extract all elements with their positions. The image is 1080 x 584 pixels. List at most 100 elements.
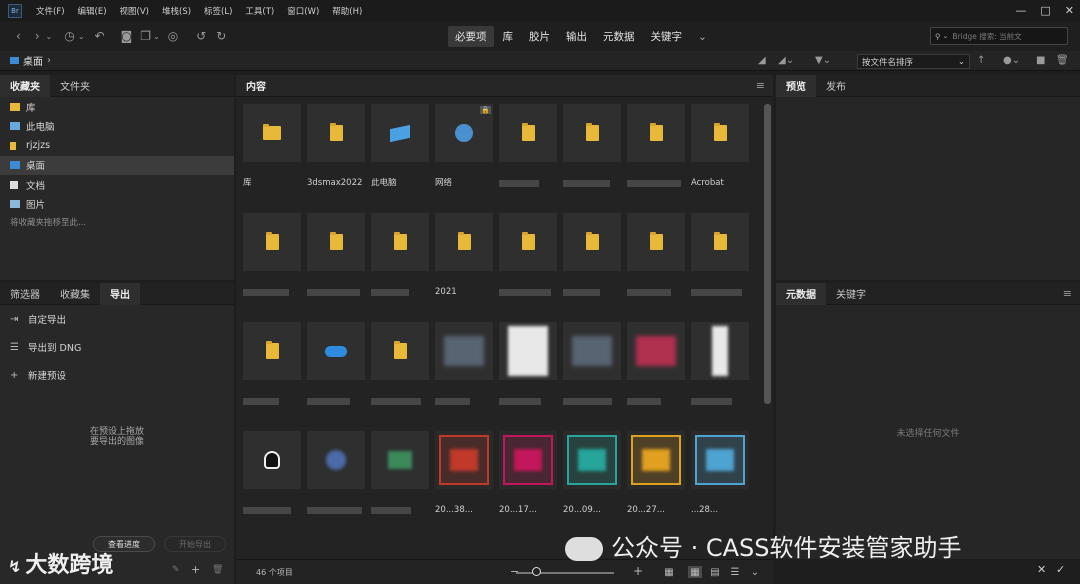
workspace-output[interactable]: 输出	[559, 26, 594, 47]
item-thumbnail[interactable]	[563, 104, 621, 162]
content-item[interactable]	[243, 213, 301, 299]
workspace-filmstrip[interactable]: 胶片	[522, 26, 557, 47]
content-item[interactable]	[499, 213, 557, 299]
sort-ascending-icon[interactable]: ↑	[977, 55, 985, 66]
item-thumbnail[interactable]	[691, 213, 749, 271]
rating-filter-icon[interactable]: ◢⌄	[778, 55, 794, 66]
item-thumbnail[interactable]	[627, 322, 685, 380]
content-item[interactable]	[499, 104, 557, 190]
plus-icon[interactable]: +	[191, 563, 200, 576]
tab-collections[interactable]: 收藏集	[50, 283, 100, 305]
export-custom[interactable]: ⇥ 自定导出	[0, 305, 234, 333]
item-thumbnail[interactable]	[371, 104, 429, 162]
item-thumbnail[interactable]	[627, 104, 685, 162]
content-item[interactable]	[371, 431, 429, 517]
content-item[interactable]	[627, 213, 685, 299]
recent-icon[interactable]: ◷	[64, 29, 74, 43]
menu-tools[interactable]: 工具(T)	[245, 5, 274, 17]
breadcrumb-separator[interactable]: ›	[47, 55, 51, 66]
content-item[interactable]: Acrobat	[691, 104, 749, 188]
workspace-keywords[interactable]: 关键字	[644, 26, 690, 47]
return-icon[interactable]: ↶	[95, 29, 105, 43]
item-thumbnail[interactable]: 🔒	[435, 104, 493, 162]
content-item[interactable]	[307, 213, 365, 299]
content-item[interactable]	[563, 213, 621, 299]
quality-icon[interactable]: ◢	[758, 55, 766, 66]
new-folder-icon[interactable]: ■	[1036, 55, 1045, 66]
camera-import-icon[interactable]: ◙	[121, 29, 133, 43]
item-thumbnail[interactable]	[563, 213, 621, 271]
menu-window[interactable]: 窗口(W)	[287, 5, 319, 17]
item-thumbnail[interactable]	[371, 213, 429, 271]
rotate-right-icon[interactable]: ↻	[216, 29, 226, 43]
content-item[interactable]	[627, 322, 685, 408]
item-thumbnail[interactable]	[691, 431, 749, 489]
content-item[interactable]	[243, 322, 301, 408]
new-preset-button[interactable]: + 新建预设	[0, 361, 234, 389]
apply-icon[interactable]: ✓	[1056, 563, 1065, 576]
item-thumbnail[interactable]	[243, 322, 301, 380]
pencil-icon[interactable]: ✎	[172, 565, 180, 575]
item-thumbnail[interactable]	[371, 431, 429, 489]
content-item[interactable]: 3dsmax2022	[307, 104, 365, 188]
workspace-libraries[interactable]: 库	[496, 26, 521, 47]
export-to-dng[interactable]: ☰ 导出到 DNG	[0, 333, 234, 361]
item-thumbnail[interactable]	[499, 322, 557, 380]
menu-help[interactable]: 帮助(H)	[332, 5, 362, 17]
search-box[interactable]: ⚲ ⌄ Bridge 搜索: 当前文	[930, 27, 1068, 45]
item-thumbnail[interactable]	[691, 322, 749, 380]
tab-metadata[interactable]: 元数据	[776, 282, 826, 305]
filter-icon[interactable]: ▼⌄	[815, 55, 831, 66]
content-item[interactable]	[563, 322, 621, 408]
breadcrumb-desktop[interactable]: 桌面	[23, 53, 43, 68]
favorite-desktop[interactable]: 桌面	[0, 155, 234, 175]
tab-favorites[interactable]: 收藏夹	[0, 74, 50, 97]
content-item[interactable]	[371, 322, 429, 408]
workspace-essentials[interactable]: 必要项	[448, 26, 494, 47]
item-thumbnail[interactable]	[307, 104, 365, 162]
search-input[interactable]: Bridge 搜索: 当前文	[952, 31, 1021, 42]
thumbnail-view-icon[interactable]: ▦	[688, 566, 702, 578]
content-item[interactable]: 库	[243, 104, 301, 188]
content-item[interactable]: 2021	[435, 213, 493, 297]
tab-preview[interactable]: 预览	[776, 74, 816, 97]
item-thumbnail[interactable]	[563, 322, 621, 380]
item-thumbnail[interactable]	[307, 322, 365, 380]
panel-menu-icon[interactable]: ≡	[756, 79, 765, 92]
item-thumbnail[interactable]	[307, 431, 365, 489]
tab-content[interactable]: 内容	[236, 75, 276, 97]
zoom-in-icon[interactable]: +	[633, 564, 643, 578]
content-item[interactable]	[499, 322, 557, 408]
trash-icon[interactable]: 🗑	[1056, 55, 1069, 66]
tab-keywords[interactable]: 关键字	[826, 283, 876, 305]
rotate-left-icon[interactable]: ↺	[196, 29, 206, 43]
refine-icon[interactable]: ❐	[140, 29, 151, 43]
content-item[interactable]	[627, 104, 685, 190]
panel-menu-icon[interactable]: ≡	[1063, 287, 1072, 300]
open-in-camera-raw-icon[interactable]: ◎	[168, 29, 178, 43]
item-thumbnail[interactable]	[435, 431, 493, 489]
content-item[interactable]: 🔒 网络	[435, 104, 493, 188]
list-view-icon[interactable]: ☰	[728, 566, 742, 578]
content-item[interactable]: 20...27...	[627, 431, 685, 515]
menu-stack[interactable]: 堆栈(S)	[162, 5, 191, 17]
minimize-button[interactable]: —	[1015, 4, 1026, 17]
content-item[interactable]: ...28...	[691, 431, 749, 515]
content-item[interactable]	[563, 104, 621, 190]
content-item[interactable]: 20...17...	[499, 431, 557, 515]
item-thumbnail[interactable]	[243, 213, 301, 271]
content-item[interactable]	[371, 213, 429, 299]
content-scrollbar[interactable]	[764, 104, 771, 404]
item-thumbnail[interactable]	[243, 431, 301, 489]
content-item[interactable]: 20...09...	[563, 431, 621, 515]
workspace-metadata[interactable]: 元数据	[596, 26, 642, 47]
back-icon[interactable]: ‹	[16, 29, 21, 43]
favorite-rjzjzs[interactable]: rjzjzs	[0, 136, 234, 156]
new-folder-menu-icon[interactable]: ●⌄	[1003, 55, 1020, 66]
content-item[interactable]	[691, 213, 749, 299]
item-thumbnail[interactable]	[499, 431, 557, 489]
favorite-documents[interactable]: 文档	[0, 175, 234, 195]
sort-dropdown[interactable]: 按文件名排序 ⌄	[857, 54, 970, 69]
workspace-more-button[interactable]: ⌄	[691, 28, 714, 46]
chevron-down-icon[interactable]: ⌄	[748, 566, 762, 578]
